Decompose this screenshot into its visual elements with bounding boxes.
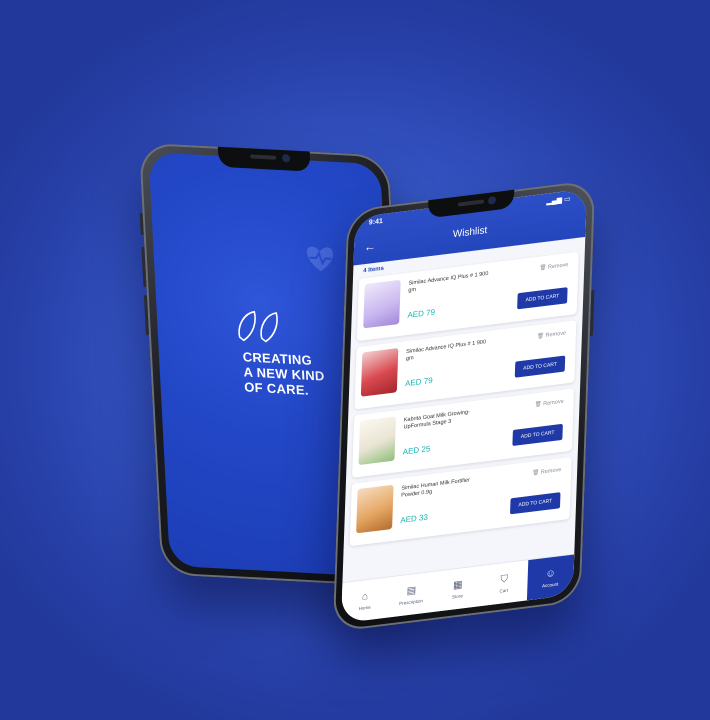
nav-cart[interactable]: ⛉ Cart xyxy=(480,560,528,606)
product-thumbnail[interactable] xyxy=(363,279,401,329)
account-icon: ☺ xyxy=(545,567,556,580)
remove-label: Remove xyxy=(540,467,562,476)
remove-button[interactable]: 🗑 Remove xyxy=(537,330,566,340)
wishlist-phone: 9:41 ▂▄▆ ▭ ← Wishlist 4 Items Similac Ad… xyxy=(332,179,596,633)
wishlist-screen: 9:41 ▂▄▆ ▭ ← Wishlist 4 Items Similac Ad… xyxy=(341,188,587,624)
remove-label: Remove xyxy=(547,262,569,271)
items-count: 4 Items xyxy=(363,265,384,275)
splash-tagline: CREATING A NEW KIND OF CARE. xyxy=(242,349,354,400)
product-name[interactable]: Similac Human Milk Fortifier Powder 0.9g xyxy=(401,476,483,500)
trash-icon: 🗑 xyxy=(536,333,545,340)
product-mockup-scene: CREATING A NEW KIND OF CARE. 9:41 ▂▄▆ ▭ … xyxy=(0,0,710,720)
store-icon: ▦ xyxy=(452,578,463,591)
nav-account[interactable]: ☺ Account xyxy=(526,554,575,601)
trash-icon: 🗑 xyxy=(539,264,547,272)
product-price: AED 33 xyxy=(400,512,429,525)
nav-home[interactable]: ⌂ Home xyxy=(341,577,389,623)
remove-button[interactable]: 🗑 Remove xyxy=(539,262,568,272)
signal-icon: ▂▄▆ xyxy=(546,196,563,206)
front-camera xyxy=(487,195,497,205)
nav-prescription[interactable]: ▤ Prescription xyxy=(387,572,435,618)
brand-logo-icon xyxy=(238,310,278,343)
product-thumbnail[interactable] xyxy=(358,416,396,466)
product-thumbnail[interactable] xyxy=(356,484,394,534)
power-button xyxy=(589,289,595,337)
nav-store[interactable]: ▦ Store xyxy=(434,566,482,612)
front-camera xyxy=(281,154,291,163)
remove-button[interactable]: 🗑 Remove xyxy=(535,399,564,409)
remove-button[interactable]: 🗑 Remove xyxy=(532,467,561,477)
cart-icon: ⛉ xyxy=(500,573,509,586)
home-icon: ⌂ xyxy=(361,590,369,603)
nav-label: Account xyxy=(541,580,559,588)
nav-label: Home xyxy=(358,604,371,611)
wishlist-items: Similac Advance IQ Plus # 1 900 gm 🗑 Rem… xyxy=(349,251,579,552)
product-price: AED 79 xyxy=(407,307,436,320)
add-to-cart-button[interactable]: ADD TO CART xyxy=(509,492,561,515)
trash-icon: 🗑 xyxy=(532,469,540,477)
speaker-grille xyxy=(250,154,277,160)
page-title: Wishlist xyxy=(452,224,488,241)
product-price: AED 79 xyxy=(404,375,433,389)
product-name[interactable]: Similac Advance IQ Plus # 1 900 gm xyxy=(406,339,488,363)
product-thumbnail[interactable] xyxy=(360,348,399,397)
trash-icon: 🗑 xyxy=(534,401,542,409)
status-time: 9:41 xyxy=(368,217,383,227)
add-to-cart-button[interactable]: ADD TO CART xyxy=(517,287,568,310)
status-icons: ▂▄▆ ▭ xyxy=(546,195,571,206)
remove-label: Remove xyxy=(543,398,564,408)
prescription-icon: ▤ xyxy=(406,584,417,597)
speaker-grille xyxy=(457,199,485,207)
product-name[interactable]: Kabrita Goat Milk Growing-UpFormula Stag… xyxy=(403,407,485,431)
nav-label: Cart xyxy=(499,587,509,594)
nav-label: Store xyxy=(451,592,463,600)
battery-icon: ▭ xyxy=(563,195,571,204)
add-to-cart-button[interactable]: ADD TO CART xyxy=(514,355,566,378)
add-to-cart-button[interactable]: ADD TO CART xyxy=(512,423,563,447)
remove-label: Remove xyxy=(545,330,567,339)
heart-pulse-icon xyxy=(306,246,333,272)
product-name[interactable]: Similac Advance IQ Plus # 1 900 gm xyxy=(408,271,490,295)
product-price: AED 25 xyxy=(402,444,431,457)
nav-label: Prescription xyxy=(399,597,423,606)
